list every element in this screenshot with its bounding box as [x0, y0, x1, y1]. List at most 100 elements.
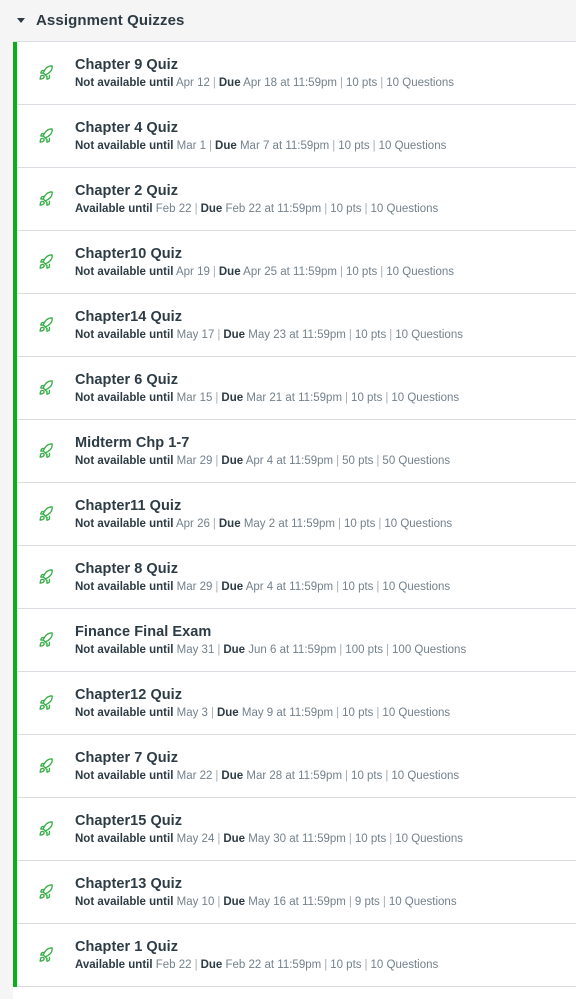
questions-value: 10 Questions	[391, 391, 460, 404]
quiz-body: Finance Final Exam Not available until M…	[75, 623, 576, 658]
list-item[interactable]: Chapter15 Quiz Not available until May 2…	[17, 798, 576, 861]
points-value: 10 pts	[338, 139, 370, 152]
quiz-title-link[interactable]: Chapter11 Quiz	[75, 497, 181, 515]
availability-label: Available until	[75, 958, 153, 971]
quiz-title-link[interactable]: Chapter 9 Quiz	[75, 56, 178, 74]
quiz-body: Chapter10 Quiz Not available until Apr 1…	[75, 245, 576, 280]
points-value: 10 pts	[342, 580, 374, 593]
due-label: Due	[200, 202, 223, 215]
quiz-title-link[interactable]: Chapter10 Quiz	[75, 245, 182, 263]
list-item[interactable]: Chapter12 Quiz Not available until May 3…	[17, 672, 576, 735]
meta-separator: |	[372, 139, 376, 152]
quiz-meta: Not available until Mar 1 | Due Mar 7 at 1…	[75, 139, 576, 154]
quiz-meta: Not available until Apr 12 | Due Apr 18 at…	[75, 76, 576, 91]
points-value: 10 pts	[330, 202, 362, 215]
points-value: 10 pts	[345, 265, 378, 278]
due-value: Feb 22 at 11:59pm	[225, 958, 322, 971]
meta-separator: |	[348, 895, 352, 908]
list-item[interactable]: Finance Final Exam Not available until M…	[17, 609, 576, 672]
meta-separator: |	[364, 958, 368, 971]
rocket-icon	[31, 253, 61, 272]
due-label: Due	[221, 769, 244, 782]
list-item[interactable]: Chapter10 Quiz Not available until Apr 1…	[17, 231, 576, 294]
due-value: May 30 at 11:59pm	[248, 832, 346, 845]
quiz-title-link[interactable]: Chapter15 Quiz	[75, 812, 182, 830]
quiz-body: Chapter 6 Quiz Not available until Mar 1…	[75, 371, 576, 406]
meta-separator: |	[217, 328, 221, 341]
quiz-title-link[interactable]: Chapter 2 Quiz	[75, 182, 178, 200]
meta-separator: |	[324, 958, 328, 971]
list-item[interactable]: Chapter11 Quiz Not available until Apr 2…	[17, 483, 576, 546]
list-item[interactable]: Chapter 8 Quiz Not available until Mar 2…	[17, 546, 576, 609]
availability-value: May 31	[176, 643, 215, 656]
group-title: Assignment Quizzes	[36, 12, 185, 29]
meta-separator: |	[389, 328, 393, 341]
due-value: Mar 7 at 11:59pm	[239, 139, 330, 152]
quiz-title-link[interactable]: Chapter 4 Quiz	[75, 119, 178, 137]
availability-value: Mar 15	[176, 391, 213, 404]
quiz-title-link[interactable]: Chapter14 Quiz	[75, 308, 182, 326]
quiz-title-link[interactable]: Chapter 1 Quiz	[75, 938, 178, 956]
caret-down-icon[interactable]	[14, 14, 28, 28]
due-label: Due	[223, 895, 246, 908]
quiz-list: Chapter 9 Quiz Not available until Apr 1…	[13, 42, 576, 987]
questions-value: 10 Questions	[391, 769, 460, 782]
availability-value: Mar 29	[176, 580, 213, 593]
list-item[interactable]: Chapter 6 Quiz Not available until Mar 1…	[17, 357, 576, 420]
due-label: Due	[221, 454, 244, 467]
availability-label: Not available until	[75, 391, 174, 404]
list-item[interactable]: Chapter 9 Quiz Not available until Apr 1…	[17, 42, 576, 105]
list-item[interactable]: Chapter 7 Quiz Not available until Mar 2…	[17, 735, 576, 798]
list-item[interactable]: Chapter 4 Quiz Not available until Mar 1…	[17, 105, 576, 168]
list-item[interactable]: Chapter 1 Quiz Available until Feb 22 | Du…	[17, 924, 576, 987]
questions-value: 10 Questions	[386, 265, 455, 278]
meta-separator: |	[212, 265, 216, 278]
points-value: 9 pts	[354, 895, 380, 908]
due-label: Due	[200, 958, 223, 971]
list-item[interactable]: Chapter 2 Quiz Available until Feb 22 | Du…	[17, 168, 576, 231]
due-value: Apr 4 at 11:59pm	[245, 454, 334, 467]
meta-separator: |	[209, 139, 213, 152]
quiz-meta: Available until Feb 22 | Due Feb 22 at 11:…	[75, 202, 576, 217]
quiz-title-link[interactable]: Chapter12 Quiz	[75, 686, 182, 704]
rocket-icon	[31, 316, 61, 335]
availability-label: Not available until	[75, 76, 174, 89]
meta-separator: |	[389, 832, 393, 845]
questions-value: 10 Questions	[384, 517, 453, 530]
meta-separator: |	[364, 202, 368, 215]
list-item[interactable]: Chapter14 Quiz Not available until May 1…	[17, 294, 576, 357]
due-value: Apr 18 at 11:59pm	[243, 76, 337, 89]
questions-value: 10 Questions	[386, 76, 455, 89]
due-value: May 2 at 11:59pm	[243, 517, 336, 530]
quiz-title-link[interactable]: Chapter 6 Quiz	[75, 371, 178, 389]
due-label: Due	[218, 265, 241, 278]
meta-separator: |	[338, 517, 342, 530]
questions-value: 100 Questions	[392, 643, 467, 656]
quiz-title-link[interactable]: Midterm Chp 1-7	[75, 434, 189, 452]
availability-value: Apr 12	[175, 76, 210, 89]
availability-value: Mar 22	[176, 769, 213, 782]
quiz-meta: Not available until May 3 | Due May 9 at 1…	[75, 706, 576, 721]
points-value: 10 pts	[351, 391, 383, 404]
quiz-body: Chapter12 Quiz Not available until May 3…	[75, 686, 576, 721]
quiz-meta: Not available until Apr 26 | Due May 2 at …	[75, 517, 576, 532]
meta-separator: |	[336, 706, 340, 719]
availability-value: Apr 26	[175, 517, 210, 530]
availability-label: Not available until	[75, 895, 174, 908]
points-value: 10 pts	[354, 328, 387, 341]
quiz-title-link[interactable]: Finance Final Exam	[75, 623, 211, 641]
due-value: Apr 4 at 11:59pm	[245, 580, 334, 593]
availability-label: Not available until	[75, 832, 174, 845]
questions-value: 10 Questions	[388, 895, 457, 908]
assignment-quizzes-group-header[interactable]: Assignment Quizzes	[0, 0, 576, 42]
quiz-title-link[interactable]: Chapter 7 Quiz	[75, 749, 178, 767]
quiz-title-link[interactable]: Chapter 8 Quiz	[75, 560, 178, 578]
meta-separator: |	[345, 391, 349, 404]
meta-separator: |	[336, 454, 340, 467]
quiz-title-link[interactable]: Chapter13 Quiz	[75, 875, 182, 893]
rocket-icon	[31, 127, 61, 146]
list-item[interactable]: Chapter13 Quiz Not available until May 1…	[17, 861, 576, 924]
list-item[interactable]: Midterm Chp 1-7 Not available until Mar …	[17, 420, 576, 483]
rocket-icon	[31, 568, 61, 587]
quizzes-page: Assignment Quizzes Chapter 9 Quiz Not av…	[0, 0, 576, 999]
